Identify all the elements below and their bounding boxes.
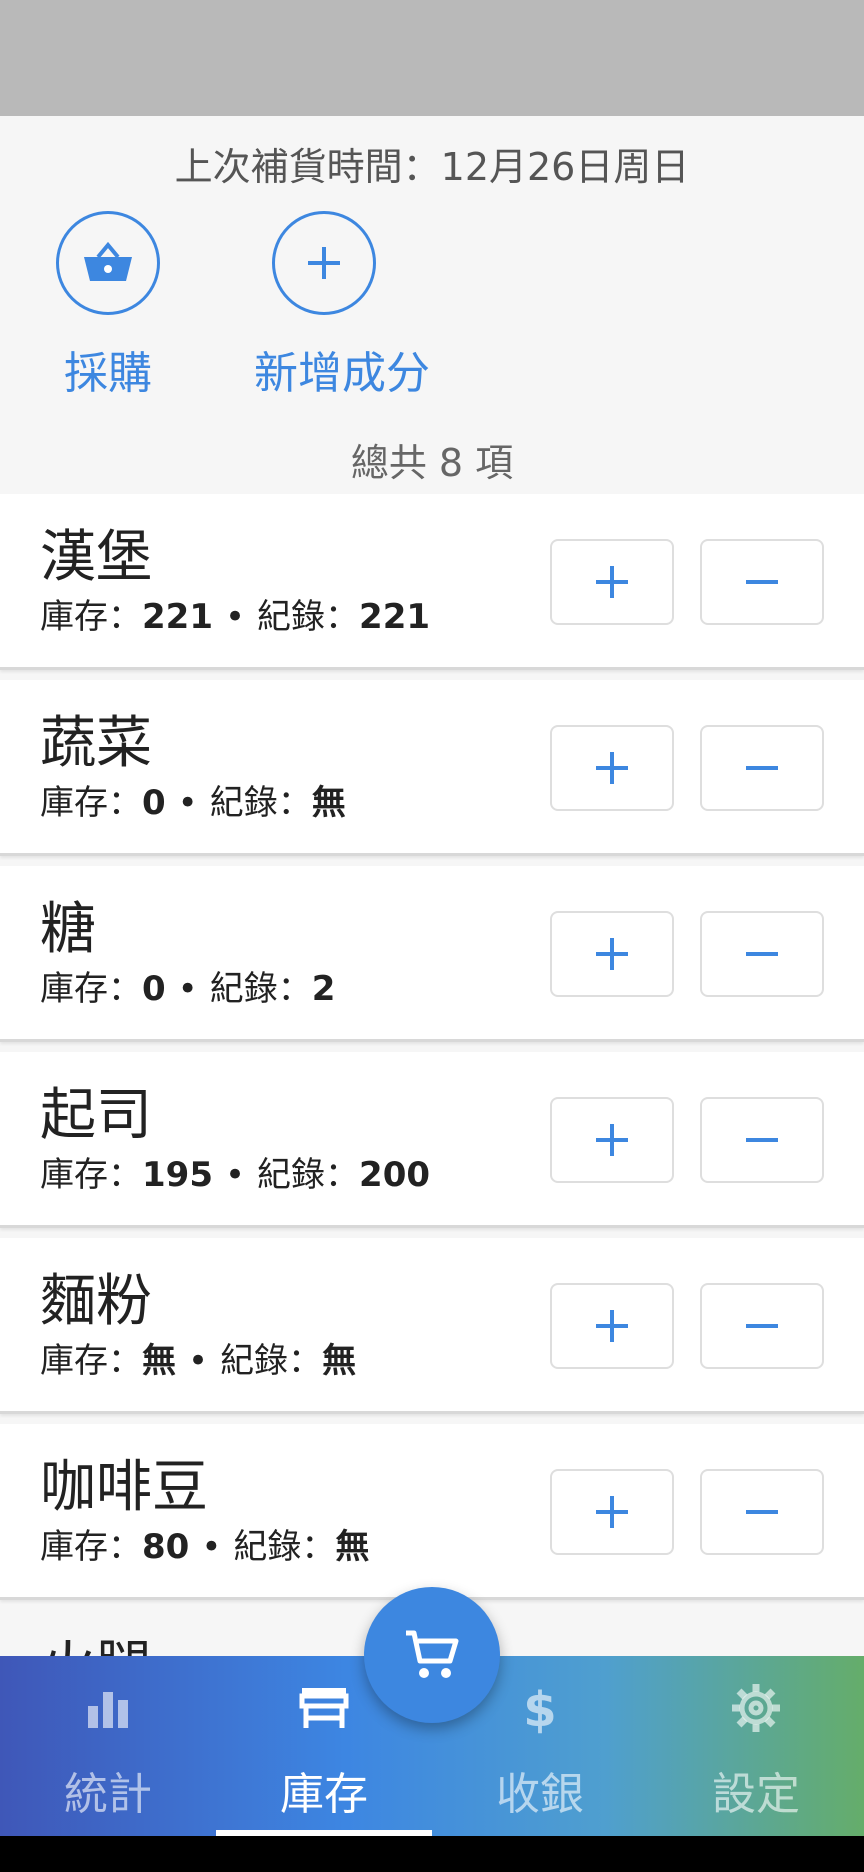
inventory-row: 蔬菜庫存：0 • 紀錄：無 (0, 680, 864, 856)
cart-icon (406, 1630, 459, 1678)
partial-list-item-name: 火腿 (40, 1640, 152, 1656)
ingredient-meta: 庫存：195 • 紀錄：200 (40, 1147, 430, 1196)
stock-value: 無 (142, 1341, 176, 1381)
inventory-header: 上次補貨時間：12月26日周日 採購 新增成分 總共 8 項 (0, 116, 864, 494)
record-label: 紀錄： (209, 969, 312, 1009)
record-label: 紀錄： (257, 597, 360, 637)
stock-label: 庫存： (40, 783, 142, 823)
stock-value: 0 (142, 783, 166, 823)
store-icon (299, 1688, 349, 1728)
record-label: 紀錄： (220, 1341, 323, 1381)
stock-value: 195 (142, 1155, 213, 1195)
decrease-button[interactable] (700, 1097, 824, 1183)
plus-icon (596, 1124, 628, 1156)
ingredient-name: 咖啡豆 (40, 1455, 208, 1520)
nav-item-settings[interactable]: 設定 (648, 1656, 864, 1836)
decrease-button[interactable] (700, 1283, 824, 1369)
basket-icon (56, 211, 160, 315)
nav-label-settings: 設定 (712, 1769, 800, 1820)
ingredient-meta: 庫存：0 • 紀錄：2 (40, 961, 335, 1010)
inventory-row: 漢堡 庫存：221 • 紀錄：221 (0, 494, 864, 670)
stock-label: 庫存： (40, 969, 142, 1009)
ingredient-meta: 庫存：80 • 紀錄：無 (40, 1519, 369, 1568)
system-nav-bar (0, 1836, 864, 1872)
stock-label: 庫存： (40, 1527, 142, 1567)
minus-icon (746, 1138, 778, 1142)
stock-value: 80 (142, 1527, 190, 1567)
stock-label: 庫存： (40, 1155, 142, 1195)
plus-icon (596, 1310, 628, 1342)
inventory-row: 糖庫存：0 • 紀錄：2 (0, 866, 864, 1042)
plus-icon (596, 938, 628, 970)
separator-dot: • (177, 783, 198, 823)
last-restock-text: 上次補貨時間：12月26日周日 (174, 145, 690, 189)
ingredient-name: 漢堡 (40, 525, 152, 590)
increase-button[interactable] (550, 1469, 674, 1555)
svg-text:$: $ (523, 1682, 556, 1738)
separator-dot: • (188, 1341, 209, 1381)
status-bar (0, 0, 864, 116)
add-ingredient-button[interactable]: 新增成分 (254, 211, 430, 401)
separator-dot: • (224, 1155, 246, 1195)
record-value: 無 (335, 1527, 370, 1567)
increase-button[interactable] (550, 1283, 674, 1369)
plus-icon (596, 752, 628, 784)
minus-icon (746, 580, 778, 584)
separator-dot: • (201, 1527, 222, 1567)
increase-button[interactable] (550, 911, 674, 997)
nav-label-inventory: 庫存 (280, 1769, 368, 1820)
add-circle-icon (272, 211, 376, 315)
record-value: 200 (359, 1155, 431, 1195)
increase-button[interactable] (550, 1097, 674, 1183)
ingredient-meta: 庫存：無 • 紀錄：無 (40, 1333, 356, 1382)
stock-label: 庫存： (40, 1341, 142, 1381)
ingredient-name: 糖 (40, 897, 96, 962)
ingredient-meta: 庫存：0 • 紀錄：無 (40, 775, 346, 824)
increase-button[interactable] (550, 725, 674, 811)
stock-value: 221 (142, 597, 213, 637)
decrease-button[interactable] (700, 725, 824, 811)
nav-label-stats: 統計 (64, 1769, 152, 1820)
increase-button[interactable] (550, 539, 674, 625)
decrease-button[interactable] (700, 1469, 824, 1555)
plus-icon (596, 1496, 628, 1528)
inventory-row: 麵粉 庫存：無 • 紀錄：無 (0, 1238, 864, 1414)
record-label: 紀錄： (257, 1155, 360, 1195)
ingredient-name: 麵粉 (40, 1269, 152, 1334)
checkout-fab-button[interactable] (364, 1587, 500, 1723)
record-label: 紀錄： (233, 1527, 336, 1567)
decrease-button[interactable] (700, 539, 824, 625)
stock-label: 庫存： (40, 597, 142, 637)
stock-value: 0 (142, 969, 166, 1009)
purchase-button[interactable]: 採購 (38, 211, 178, 401)
total-count: 總共 8 項 (350, 441, 514, 485)
record-label: 紀錄： (209, 783, 312, 823)
ingredient-name: 起司 (40, 1083, 152, 1148)
bar-chart-icon (88, 1692, 128, 1728)
inventory-row: 咖啡豆庫存：80 • 紀錄：無 (0, 1424, 864, 1600)
dollar-icon: $ (523, 1682, 556, 1738)
separator-dot: • (177, 969, 198, 1009)
inventory-row: 起司庫存：195 • 紀錄：200 (0, 1052, 864, 1228)
purchase-label: 採購 (64, 348, 152, 399)
nav-label-checkout: 收銀 (496, 1769, 584, 1820)
decrease-button[interactable] (700, 911, 824, 997)
record-value: 221 (359, 597, 431, 637)
minus-icon (746, 1324, 778, 1328)
gear-icon (732, 1684, 780, 1732)
record-value: 無 (322, 1341, 357, 1381)
minus-icon (746, 1510, 778, 1514)
separator-dot: • (224, 597, 246, 637)
plus-icon (596, 566, 628, 598)
record-value: 2 (311, 969, 336, 1009)
nav-item-stats[interactable]: 統計 (0, 1656, 216, 1836)
minus-icon (746, 952, 778, 956)
record-value: 無 (311, 783, 346, 823)
ingredient-name: 蔬菜 (40, 711, 152, 776)
add-ingredient-label: 新增成分 (254, 348, 430, 399)
ingredient-meta: 庫存：221 • 紀錄：221 (40, 589, 430, 638)
minus-icon (746, 766, 778, 770)
